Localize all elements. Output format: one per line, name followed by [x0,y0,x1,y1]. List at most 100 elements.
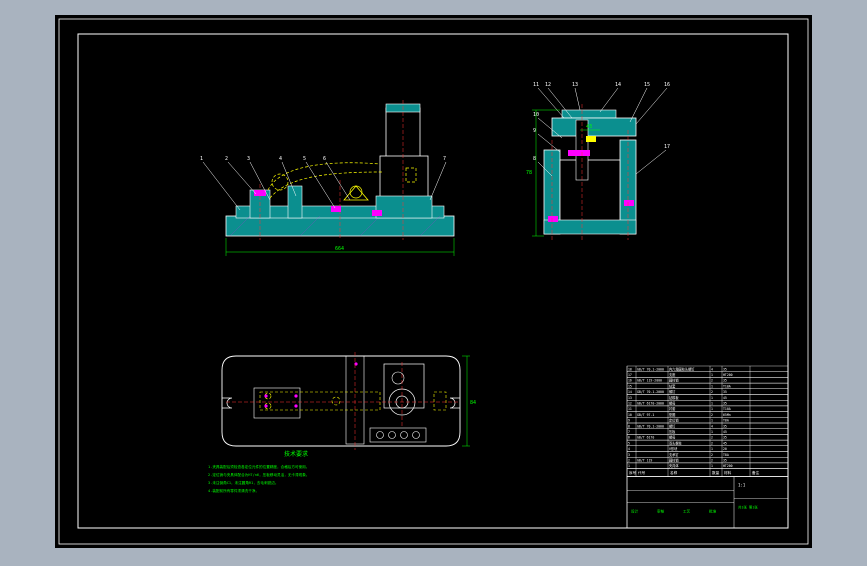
parts-cell: 钻套 [669,383,676,388]
drawing-sheet [55,15,812,548]
balloon-front-2: 2 [225,156,228,162]
parts-cell: 17 [628,373,632,377]
parts-cell: 定位销 [669,418,679,423]
parts-cell: 8 [628,424,630,428]
parts-cell: 35 [723,459,727,463]
parts-cell: 2 [711,436,713,440]
parts-cell: 螺钉 [669,389,676,394]
parts-cell: 35 [723,424,727,428]
parts-cell: 14 [628,390,632,394]
notes-title: 技术要求 [284,450,308,458]
parts-cell: 1 [711,464,713,468]
parts-cell: 1 [711,419,713,423]
balloon-front-5: 5 [303,156,306,162]
balloon-side-13: 13 [572,82,578,88]
parts-cell: 圆柱销 [669,378,679,383]
parts-cell: 65Mn [723,413,731,417]
parts-cell: 5 [628,441,630,445]
footer-cell-1: 审核 [657,509,665,514]
parts-cell: V形块 [669,446,678,451]
parts-cell: 1 [711,373,713,377]
notes-line-2: 2.定位销与夹具体配合为H7/n6，压板移动灵活，无卡滞现象。 [208,472,309,477]
parts-cell: HT200 [723,464,733,468]
parts-cell: 3 [628,453,630,457]
parts-cell: 衬套 [669,406,676,411]
parts-header-1: 代号 [638,470,646,475]
parts-cell: 2 [711,390,713,394]
parts-cell: 螺母 [669,401,675,406]
footer-cell-0: 设计 [631,509,639,514]
plan-height-dimension: 84 [470,400,476,406]
parts-cell: 2 [711,441,713,445]
parts-cell: GB/T 70.1-2000 [637,424,664,428]
balloon-side-8: 8 [533,156,536,162]
parts-cell: 1 [711,430,713,434]
parts-cell: 2 [711,459,713,463]
parts-cell: 45 [723,430,727,434]
parts-cell: 2 [711,453,713,457]
parts-cell: 内六角圆柱头螺钉 [669,366,695,371]
footer-cell-3: 批准 [709,509,717,514]
parts-cell: 45 [723,441,727,445]
front-dimension: 664 [335,246,344,252]
parts-cell: GB/T 119 [637,459,652,463]
parts-header-5: 备注 [752,470,760,475]
balloon-side-12: 12 [545,82,551,88]
parts-cell: GB/T 6170 [637,436,654,440]
parts-cell: 9 [628,419,630,423]
parts-cell: HT200 [723,373,733,377]
parts-cell: 16 [628,379,632,383]
parts-cell: 35 [723,379,727,383]
parts-cell: 4 [711,424,713,428]
parts-cell: 12 [628,402,632,406]
balloon-front-4: 4 [279,156,282,162]
balloon-side-15: 15 [644,82,650,88]
parts-cell: 2 [711,379,713,383]
footer-cell-2: 工艺 [683,509,691,514]
parts-cell: 圆柱销 [669,458,679,463]
parts-cell: 钻模板 [669,395,679,400]
parts-cell: 45 [723,396,727,400]
balloon-front-6: 6 [323,156,326,162]
parts-header-4: 材料 [724,470,732,475]
parts-cell: GB/T 97.1 [637,413,654,417]
parts-cell: 1 [711,396,713,400]
parts-cell: 18 [628,367,632,371]
parts-cell: 1 [711,407,713,411]
parts-cell: 压板 [669,429,676,434]
parts-cell: 1 [628,464,630,468]
parts-cell: 4 [711,367,713,371]
parts-cell: 4 [628,447,630,451]
parts-cell: GB/T 70.1-2000 [637,390,664,394]
parts-header-3: 数量 [712,470,720,475]
parts-cell: 1 [711,384,713,388]
parts-header-0: 序号 [629,470,637,475]
parts-cell: 螺钉 [669,423,676,428]
side-height-dimension: 78 [526,170,532,176]
parts-cell: 35 [723,367,727,371]
parts-cell: GB/T 6170-2000 [637,402,664,406]
parts-header-2: 名称 [670,470,678,475]
parts-cell: 1 [711,402,713,406]
balloon-side-16: 16 [664,82,670,88]
parts-cell: 10 [628,413,632,417]
scale-value: 1:1 [738,483,746,488]
parts-cell: 双头螺柱 [669,440,683,445]
parts-cell: 螺母 [669,435,675,440]
balloon-side-9: 9 [533,128,536,134]
parts-cell: GB/T 119-2000 [637,379,662,383]
parts-cell: T10A [723,384,731,388]
parts-cell: 35 [723,390,727,394]
parts-cell: 20 [723,447,727,451]
sheet-count: 共1张 第1张 [738,505,758,510]
cad-viewport: 1 2 3 4 5 6 7 664 11 12 13 14 15 16 10 9… [0,0,867,562]
parts-cell: 13 [628,396,632,400]
balloon-side-11: 11 [533,82,539,88]
parts-cell: 35 [723,436,727,440]
side-width-dimension: 43 [586,124,592,130]
balloon-front-7: 7 [443,156,446,162]
parts-cell: 支座 [669,372,676,377]
parts-cell: T8A [723,419,729,423]
balloon-side-14: 14 [615,82,621,88]
parts-cell: 支承钉 [669,452,679,457]
